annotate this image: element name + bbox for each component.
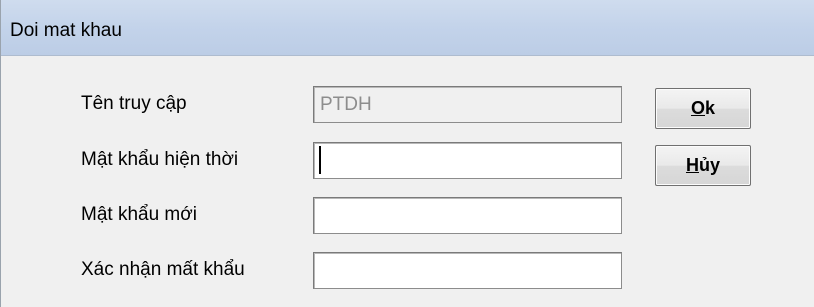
change-password-dialog: Doi mat khau Tên truy cập Mật khẩu hiện … <box>0 0 814 307</box>
ok-button[interactable]: Ok <box>655 88 751 129</box>
title-bar[interactable]: Doi mat khau <box>1 0 814 56</box>
current-password-label: Mật khẩu hiện thời <box>81 149 239 170</box>
confirm-password-field[interactable] <box>313 252 622 289</box>
current-password-field[interactable] <box>313 142 622 179</box>
username-label: Tên truy cập <box>81 93 187 114</box>
cancel-label-rest: ủy <box>698 155 720 175</box>
ok-mnemonic: O <box>690 98 705 118</box>
text-caret <box>319 146 321 174</box>
ok-label-rest: k <box>705 98 716 118</box>
username-field <box>313 86 622 123</box>
cancel-button[interactable]: Hủy <box>655 145 751 186</box>
new-password-field[interactable] <box>313 197 622 234</box>
confirm-password-label: Xác nhận mất khẩu <box>81 259 245 280</box>
new-password-label: Mật khẩu mới <box>81 204 197 225</box>
window-title: Doi mat khau <box>10 20 122 41</box>
cancel-mnemonic: H <box>685 155 699 175</box>
